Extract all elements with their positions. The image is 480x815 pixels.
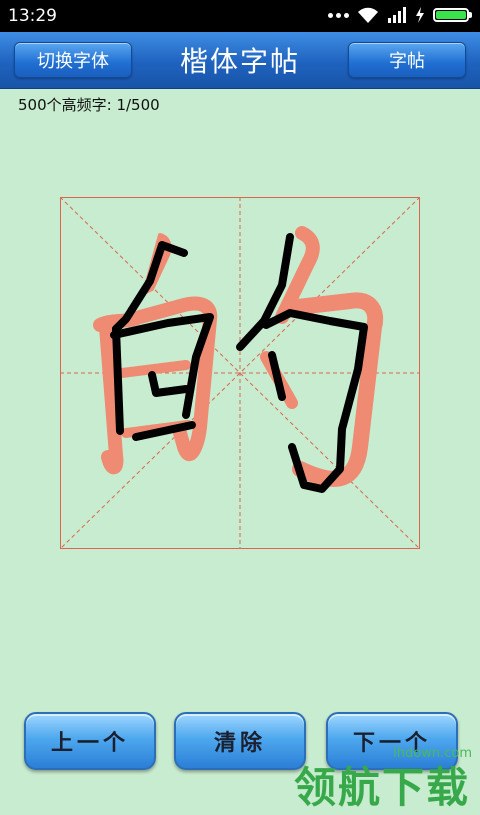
clear-button[interactable]: 清除 <box>174 712 306 770</box>
app-header: 切换字体 楷体字帖 字帖 <box>0 32 480 89</box>
progress-label: 500个高频字: 1/500 <box>18 96 160 114</box>
page-title: 楷体字帖 <box>179 45 300 78</box>
prev-button[interactable]: 上一个 <box>24 712 156 770</box>
writing-grid[interactable] <box>60 197 420 549</box>
user-drawn-strokes <box>110 233 368 493</box>
watermark-text: 领航下载 <box>293 763 470 812</box>
status-time: 13:29 <box>8 6 57 26</box>
more-dots-icon <box>328 12 349 18</box>
status-bar: 13:29 <box>0 0 480 32</box>
wifi-icon <box>358 7 378 23</box>
status-icons <box>328 6 472 24</box>
battery-icon <box>433 8 472 22</box>
switch-font-button[interactable]: 切换字体 <box>14 42 132 78</box>
model-character-strokes <box>93 226 384 487</box>
charging-icon <box>416 7 424 23</box>
copybook-button[interactable]: 字帖 <box>348 42 466 78</box>
signal-icon <box>388 7 406 23</box>
